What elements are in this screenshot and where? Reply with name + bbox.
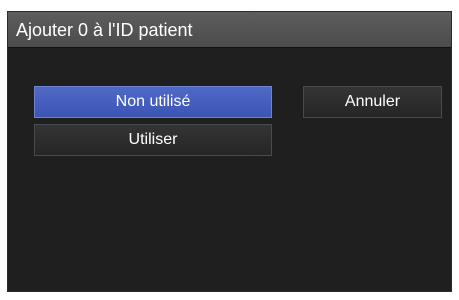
add-zero-patient-id-dialog: Ajouter 0 à l'ID patient Non utilisé Uti… — [7, 11, 452, 292]
dialog-title: Ajouter 0 à l'ID patient — [16, 20, 193, 40]
not-used-button[interactable]: Non utilisé — [34, 86, 272, 118]
dialog-title-bar: Ajouter 0 à l'ID patient — [8, 12, 451, 48]
use-button[interactable]: Utiliser — [34, 124, 272, 156]
cancel-button[interactable]: Annuler — [303, 86, 442, 118]
